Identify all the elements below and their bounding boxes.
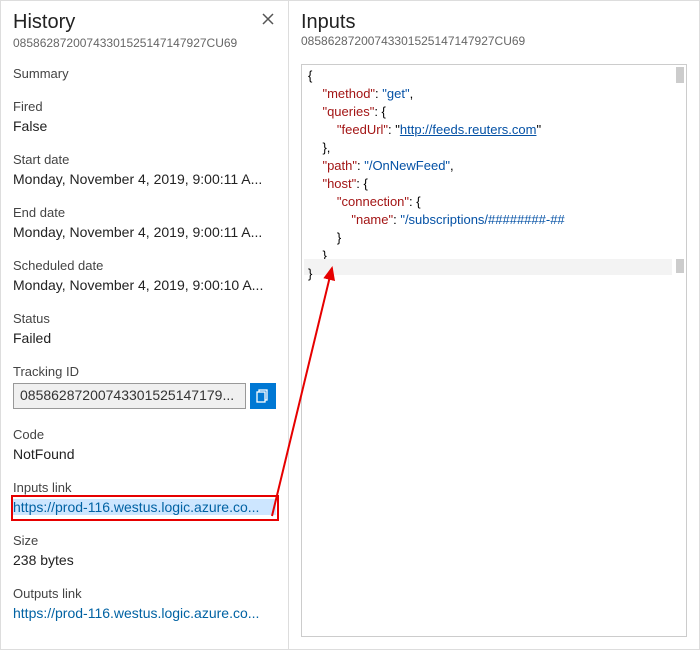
outputs-link-label: Outputs link xyxy=(13,586,276,601)
scroll-marker-icon xyxy=(676,67,684,83)
start-date-label: Start date xyxy=(13,152,276,167)
inputs-title: Inputs xyxy=(301,11,687,34)
json-key: "method" xyxy=(322,86,375,101)
copy-button[interactable] xyxy=(250,383,276,409)
fired-value: False xyxy=(13,118,276,134)
code-value: NotFound xyxy=(13,446,276,462)
summary-label: Summary xyxy=(13,66,276,81)
close-icon[interactable] xyxy=(260,11,276,27)
json-key: "connection" xyxy=(337,194,409,209)
inputs-link-label: Inputs link xyxy=(13,480,276,495)
json-editor[interactable]: { "method": "get", "queries": { "feedUrl… xyxy=(301,64,687,637)
json-url: http://feeds.reuters.com xyxy=(400,122,537,137)
json-key: "feedUrl" xyxy=(337,122,388,137)
history-pane: History 08586287200743301525147147927CU6… xyxy=(1,1,289,649)
json-key: "host" xyxy=(322,176,356,191)
history-subtitle: 08586287200743301525147147927CU69 xyxy=(13,36,276,50)
json-key: "path" xyxy=(322,158,357,173)
history-title: History xyxy=(13,11,75,34)
size-value: 238 bytes xyxy=(13,552,276,568)
json-val: "get" xyxy=(382,86,409,101)
status-value: Failed xyxy=(13,330,276,346)
status-label: Status xyxy=(13,311,276,326)
json-key: "name" xyxy=(351,212,393,227)
end-date-label: End date xyxy=(13,205,276,220)
tracking-id-label: Tracking ID xyxy=(13,364,276,379)
json-key: "queries" xyxy=(322,104,374,119)
code-label: Code xyxy=(13,427,276,442)
copy-icon xyxy=(256,389,270,403)
tracking-id-field[interactable]: 08586287200743301525147179... xyxy=(13,383,246,409)
end-date-value: Monday, November 4, 2019, 9:00:11 A... xyxy=(13,224,276,240)
size-label: Size xyxy=(13,533,276,548)
json-val: "/subscriptions/########-## xyxy=(400,212,564,227)
inputs-link[interactable]: https://prod-116.westus.logic.azure.co..… xyxy=(13,499,276,515)
scheduled-date-value: Monday, November 4, 2019, 9:00:10 A... xyxy=(13,277,276,293)
inputs-subtitle: 08586287200743301525147147927CU69 xyxy=(301,34,687,48)
fired-label: Fired xyxy=(13,99,276,114)
json-val: "/OnNewFeed" xyxy=(364,158,450,173)
inputs-pane: Inputs 08586287200743301525147147927CU69… xyxy=(289,1,699,649)
outputs-link[interactable]: https://prod-116.westus.logic.azure.co..… xyxy=(13,605,276,621)
scheduled-date-label: Scheduled date xyxy=(13,258,276,273)
start-date-value: Monday, November 4, 2019, 9:00:11 A... xyxy=(13,171,276,187)
